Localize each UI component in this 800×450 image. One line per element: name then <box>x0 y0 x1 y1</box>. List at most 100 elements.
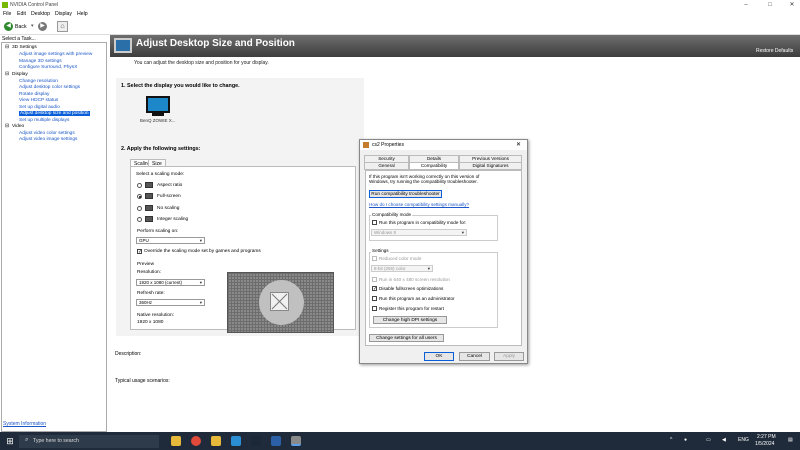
notifications-icon[interactable]: ▤ <box>788 437 793 443</box>
folder-icon[interactable] <box>211 436 221 446</box>
home-icon[interactable]: ⌂ <box>57 21 68 32</box>
reduced-color-checkbox[interactable] <box>372 256 377 261</box>
menu-help[interactable]: Help <box>77 11 88 17</box>
tree-expander-icon[interactable]: ⊟ <box>5 124 9 129</box>
option-no-scaling[interactable]: No scaling <box>157 206 179 211</box>
app-icon[interactable] <box>271 436 281 446</box>
tree-item-rotate[interactable]: Rotate display <box>19 92 49 97</box>
search-icon: ⌕ <box>25 437 29 443</box>
tree-item-desktop-size[interactable]: Adjust desktop size and position <box>19 111 90 116</box>
back-arrow-icon[interactable]: ◀ <box>4 22 13 31</box>
task-tree[interactable]: ⊟ 3D Settings Adjust image settings with… <box>1 42 107 432</box>
run-admin-checkbox[interactable] <box>372 296 377 301</box>
radio-full-screen[interactable] <box>137 194 142 199</box>
radio-aspect-ratio[interactable] <box>137 183 142 188</box>
back-dropdown-icon[interactable]: ▾ <box>31 23 34 29</box>
register-restart-checkbox[interactable] <box>372 306 377 311</box>
tree-item-manage-3d[interactable]: Manage 3D settings <box>19 59 62 64</box>
menu-file[interactable]: File <box>3 11 11 17</box>
compat-intro: If this program isn't working correctly … <box>369 174 480 185</box>
tree-item-digital-audio[interactable]: Set up digital audio <box>19 105 60 110</box>
color-mode-select[interactable]: 8-bit (256) color <box>371 265 433 272</box>
manual-settings-link[interactable]: How do I choose compatibility settings m… <box>369 202 469 207</box>
option-integer-scaling[interactable]: Integer scaling <box>157 217 188 222</box>
compat-mode-label[interactable]: Run this program in compatibility mode f… <box>379 220 466 225</box>
menu-edit[interactable]: Edit <box>17 11 26 17</box>
perform-scaling-select[interactable]: GPU <box>136 237 205 244</box>
run-troubleshooter-button[interactable]: Run compatibility troubleshooter <box>369 190 442 198</box>
close-icon[interactable]: ✕ <box>784 0 800 10</box>
tab-digital-signatures[interactable]: Digital Signatures <box>459 162 522 170</box>
override-label[interactable]: Override the scaling mode set by games a… <box>144 249 261 254</box>
tray-app-icon[interactable]: ● <box>684 437 687 443</box>
cancel-button[interactable]: Cancel <box>459 352 490 361</box>
menu-display[interactable]: Display <box>55 11 72 17</box>
compat-os-select[interactable]: Windows 8 <box>371 229 467 236</box>
tree-item-surround[interactable]: Configure Surround, PhysX <box>19 65 77 70</box>
tree-item-video-image[interactable]: Adjust video image settings <box>19 137 77 142</box>
tree-category-3d[interactable]: 3D Settings <box>12 45 37 50</box>
maximize-icon[interactable]: □ <box>762 0 778 10</box>
tree-expander-icon[interactable]: ⊟ <box>5 45 9 50</box>
radio-integer-scaling[interactable] <box>137 217 142 222</box>
register-restart-label[interactable]: Register this program for restart <box>379 306 444 311</box>
page-intro: You can adjust the desktop size and posi… <box>134 60 269 66</box>
run-640-label[interactable]: Run in 640 x 480 screen resolution <box>379 277 450 282</box>
run-640-checkbox[interactable] <box>372 277 377 282</box>
file-explorer-icon[interactable] <box>171 436 181 446</box>
clock-date[interactable]: 1/5/2024 <box>755 441 774 447</box>
override-checkbox[interactable]: ✓ <box>137 249 142 255</box>
option-full-screen[interactable]: Full-screen <box>157 194 181 199</box>
native-resolution-value: 1920 x 1080 <box>137 320 164 325</box>
radio-no-scaling[interactable] <box>137 206 142 211</box>
tab-compatibility[interactable]: Compatibility <box>409 162 459 170</box>
change-all-users-button[interactable]: Change settings for all users <box>369 334 444 342</box>
chrome-icon[interactable] <box>191 436 201 446</box>
tree-expander-icon[interactable]: ⊟ <box>5 72 9 77</box>
menu-desktop[interactable]: Desktop <box>31 11 50 17</box>
clock-time[interactable]: 2:27 PM <box>757 434 776 440</box>
system-information-link[interactable]: System Information <box>3 421 46 427</box>
run-admin-label[interactable]: Run this program as an administrator <box>379 296 455 301</box>
back-button-label[interactable]: Back <box>15 24 27 30</box>
forward-arrow-icon[interactable]: ▶ <box>38 22 47 31</box>
tree-category-video[interactable]: Video <box>12 124 24 129</box>
option-aspect-ratio[interactable]: Aspect ratio <box>157 183 182 188</box>
compat-mode-checkbox[interactable] <box>372 220 377 225</box>
dialog-close-icon[interactable]: ✕ <box>516 141 521 148</box>
disable-fullscreen-label[interactable]: Disable fullscreen optimizations <box>379 286 443 291</box>
monitor-label[interactable]: BenQ ZOWIE X... <box>140 118 176 123</box>
refresh-rate-select[interactable]: 360Hz <box>136 299 205 306</box>
tree-item-multiple-displays[interactable]: Set up multiple displays <box>19 118 69 123</box>
restore-defaults-link[interactable]: Restore Defaults <box>756 48 793 54</box>
monitor-icon[interactable] <box>146 96 170 113</box>
minimize-icon[interactable]: – <box>738 0 754 10</box>
tree-item-image-settings[interactable]: Adjust image settings with preview <box>19 52 92 57</box>
resolution-label: Resolution: <box>137 270 161 275</box>
ok-button[interactable]: OK <box>424 352 454 361</box>
reduced-color-label[interactable]: Reduced color mode <box>379 256 421 261</box>
properties-window-icon[interactable] <box>291 436 301 446</box>
toolbar <box>0 19 800 35</box>
tab-general[interactable]: General <box>364 162 409 170</box>
taskbar-search[interactable]: Type here to search <box>19 435 159 448</box>
integer-scaling-icon <box>145 216 153 222</box>
apply-button[interactable]: Apply <box>494 352 524 361</box>
tree-item-change-resolution[interactable]: Change resolution <box>19 79 58 84</box>
disable-fullscreen-checkbox[interactable]: ✓ <box>372 286 377 292</box>
language-indicator[interactable]: ENG <box>738 437 749 443</box>
tray-chevron-icon[interactable]: ^ <box>670 437 672 443</box>
steam-icon[interactable] <box>251 436 261 446</box>
description-label: Description: <box>115 351 142 357</box>
tree-category-display[interactable]: Display <box>12 72 28 77</box>
change-dpi-button[interactable]: Change high DPI settings <box>373 316 447 324</box>
tree-item-desktop-color[interactable]: Adjust desktop color settings <box>19 85 80 90</box>
network-icon[interactable]: ▭ <box>706 437 711 443</box>
edge-icon[interactable] <box>231 436 241 446</box>
tree-item-hdcp[interactable]: View HDCP status <box>19 98 58 103</box>
windows-start-icon[interactable]: ⊞ <box>5 436 15 446</box>
resolution-select[interactable]: 1920 x 1080 (current) <box>136 279 205 286</box>
tree-item-video-color[interactable]: Adjust video color settings <box>19 131 75 136</box>
native-resolution-label: Native resolution: <box>137 313 175 318</box>
volume-icon[interactable]: ◀ <box>722 437 726 443</box>
